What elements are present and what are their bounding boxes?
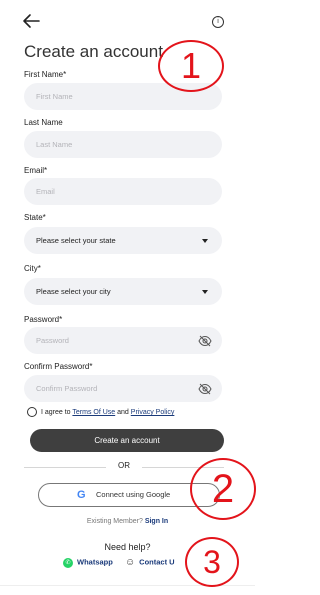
state-select-value: Please select your state bbox=[36, 236, 116, 245]
first-name-label: First Name* bbox=[24, 70, 67, 79]
password-field[interactable] bbox=[24, 327, 222, 354]
email-label: Email* bbox=[24, 166, 48, 175]
chevron-down-icon bbox=[202, 290, 208, 294]
terms-prefix: I agree to bbox=[41, 408, 73, 416]
city-select-value: Please select your city bbox=[36, 287, 111, 296]
info-icon[interactable]: i bbox=[212, 16, 224, 28]
email-input[interactable] bbox=[24, 178, 186, 205]
contact-us-link[interactable]: Contact U bbox=[139, 557, 174, 566]
annotation-circle-1: 1 bbox=[158, 40, 224, 92]
terms-and: and bbox=[115, 408, 131, 416]
annotation-circle-2: 2 bbox=[190, 458, 256, 520]
last-name-label: Last Name bbox=[24, 118, 63, 127]
first-name-input[interactable] bbox=[24, 83, 186, 110]
confirm-password-input[interactable] bbox=[24, 375, 186, 402]
confirm-password-label: Confirm Password* bbox=[24, 362, 93, 371]
state-label: State* bbox=[24, 213, 46, 222]
contact-row: ✆ Whatsapp ☺ Contact U bbox=[63, 557, 175, 568]
whatsapp-link[interactable]: Whatsapp bbox=[77, 557, 113, 566]
chevron-down-icon bbox=[202, 239, 208, 243]
terms-row: I agree to Terms Of Use and Privacy Poli… bbox=[27, 407, 174, 417]
existing-member-text: Existing Member? bbox=[86, 518, 145, 525]
contact-icon: ☺ bbox=[124, 557, 136, 568]
email-field[interactable] bbox=[24, 178, 222, 205]
eye-off-icon[interactable] bbox=[198, 382, 212, 396]
privacy-policy-link[interactable]: Privacy Policy bbox=[131, 409, 175, 416]
terms-radio[interactable] bbox=[27, 407, 37, 417]
google-button-label: Connect using Google bbox=[96, 490, 171, 499]
last-name-field[interactable] bbox=[24, 131, 222, 158]
annotation-circle-3: 3 bbox=[185, 537, 239, 587]
city-select[interactable]: Please select your city bbox=[24, 278, 222, 305]
password-label: Password* bbox=[24, 315, 63, 324]
eye-off-icon[interactable] bbox=[198, 334, 212, 348]
password-input[interactable] bbox=[24, 327, 186, 354]
divider-line bbox=[24, 467, 106, 468]
top-bar: i bbox=[0, 0, 255, 40]
arrow-left-icon[interactable] bbox=[22, 13, 40, 29]
last-name-input[interactable] bbox=[24, 131, 186, 158]
state-select[interactable]: Please select your state bbox=[24, 227, 222, 254]
page-title: Create an account bbox=[24, 42, 163, 61]
google-icon: G bbox=[77, 489, 86, 501]
create-account-button[interactable]: Create an account bbox=[30, 429, 224, 452]
city-label: City* bbox=[24, 264, 41, 273]
sign-in-link[interactable]: Sign In bbox=[145, 518, 168, 525]
confirm-password-field[interactable] bbox=[24, 375, 222, 402]
or-divider: OR bbox=[24, 461, 224, 473]
terms-of-use-link[interactable]: Terms Of Use bbox=[72, 409, 115, 416]
whatsapp-icon: ✆ bbox=[63, 557, 73, 568]
or-text: OR bbox=[118, 461, 130, 470]
